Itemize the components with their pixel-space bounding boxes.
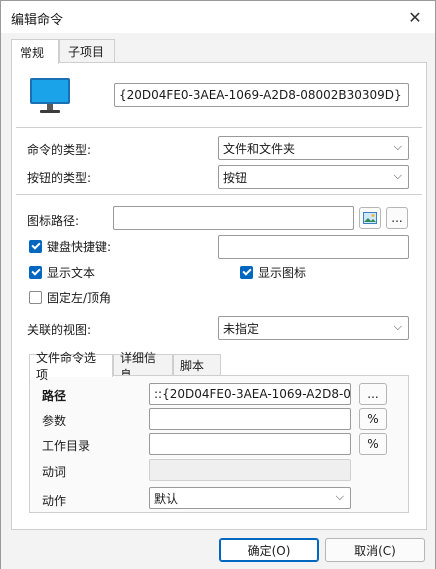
command-type-label: 命令的类型:: [27, 143, 92, 157]
chevron-down-icon: ⌵: [393, 320, 402, 333]
title-bar: 编辑命令 ✕: [1, 1, 435, 33]
tab-general[interactable]: 常规: [11, 39, 59, 64]
workdir-label: 工作目录: [42, 439, 91, 453]
hotkey-checkbox[interactable]: [29, 240, 42, 253]
verb-label: 动词: [42, 465, 67, 479]
icon-path-input[interactable]: [113, 206, 354, 230]
button-type-value: 按钮: [223, 170, 248, 185]
hotkey-label: 键盘快捷键:: [47, 240, 112, 254]
pick-icon-button[interactable]: [359, 207, 381, 229]
cancel-button[interactable]: 取消(C): [325, 538, 425, 562]
view-label: 关联的视图:: [27, 323, 92, 337]
show-text-label: 显示文本: [47, 266, 96, 280]
hotkey-input[interactable]: [218, 235, 409, 259]
tab-general-label: 常规: [20, 45, 45, 60]
fixed-corner-label: 固定左/顶角: [47, 291, 112, 305]
command-id-field[interactable]: {20D04FE0-3AEA-1069-A2D8-08002B30309D}: [114, 83, 409, 107]
image-icon: [363, 212, 377, 224]
file-options-panel: 路径 ::{20D04FE0-3AEA-1069-A2D8-08002B3030…: [29, 375, 409, 513]
tab-subitems[interactable]: 子项目: [59, 39, 115, 63]
monitor-icon: [28, 77, 72, 115]
tab-details[interactable]: 详细信息: [113, 351, 173, 382]
path-input[interactable]: ::{20D04FE0-3AEA-1069-A2D8-08002B30309D}: [149, 383, 351, 405]
dialog-footer: 确定(O) 取消(C): [1, 531, 435, 569]
params-input[interactable]: [149, 408, 351, 430]
tab-script[interactable]: 脚本: [173, 354, 221, 376]
action-value: 默认: [154, 491, 179, 506]
command-type-value: 文件和文件夹: [223, 141, 296, 156]
browse-icon-button[interactable]: ...: [386, 207, 408, 229]
chevron-down-icon: ⌵: [393, 169, 402, 182]
window-title: 编辑命令: [11, 13, 64, 28]
show-icon-checkbox[interactable]: [240, 266, 253, 279]
workdir-variable-button[interactable]: %: [359, 433, 387, 455]
ok-button[interactable]: 确定(O): [219, 538, 319, 562]
view-select[interactable]: 未指定 ⌵: [218, 316, 409, 340]
icon-path-label: 图标路径:: [27, 214, 80, 228]
params-label: 参数: [42, 414, 67, 428]
path-label: 路径: [42, 389, 67, 403]
action-label: 动作: [42, 494, 67, 508]
verb-input: [149, 459, 351, 481]
tab-script-label: 脚本: [180, 359, 205, 373]
path-browse-button[interactable]: ...: [359, 383, 387, 405]
button-type-label: 按钮的类型:: [27, 171, 92, 185]
tab-file-command-options-label: 文件命令选项: [36, 351, 97, 382]
tab-file-command-options[interactable]: 文件命令选项: [29, 351, 113, 382]
close-icon[interactable]: ✕: [401, 5, 429, 29]
divider: [16, 194, 422, 195]
divider: [16, 127, 422, 128]
command-type-select[interactable]: 文件和文件夹 ⌵: [218, 136, 409, 160]
edit-command-dialog: 编辑命令 ✕ 常规 子项目 {20D04FE0-3AEA-1069-A2D8-0…: [0, 0, 436, 569]
chevron-down-icon: ⌵: [393, 140, 402, 153]
params-variable-button[interactable]: %: [359, 408, 387, 430]
workdir-input[interactable]: [149, 433, 351, 455]
show-icon-label: 显示图标: [258, 266, 307, 280]
tab-subitems-label: 子项目: [68, 45, 105, 59]
action-select[interactable]: 默认 ⌵: [149, 487, 351, 509]
chevron-down-icon: ⌵: [335, 490, 344, 503]
view-value: 未指定: [223, 321, 260, 336]
fixed-corner-checkbox[interactable]: [29, 291, 42, 304]
show-text-checkbox[interactable]: [29, 266, 42, 279]
button-type-select[interactable]: 按钮 ⌵: [218, 165, 409, 189]
